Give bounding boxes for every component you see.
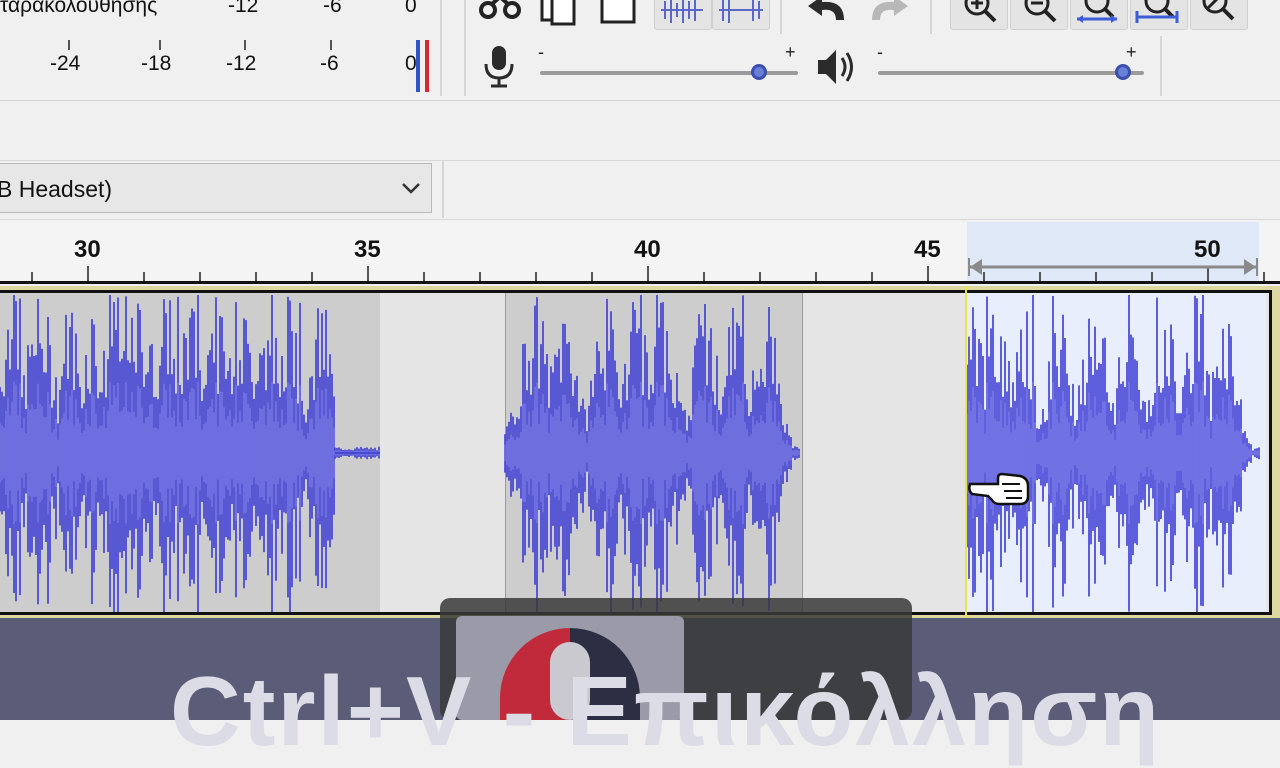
playback-meter[interactable]: -24 -18 -12 -6 0 [0,38,436,94]
zoom-out-icon [1024,0,1057,23]
paste-icon [600,0,636,24]
redo-button[interactable] [862,0,916,28]
silence-icon [719,0,763,23]
toolbar-divider [930,0,932,34]
meter-scale-18: -18 [141,52,172,75]
zoom-in-icon [964,0,997,23]
recording-volume-thumb[interactable] [751,64,768,80]
record-meter-label: ταρακολούθησης [0,0,158,17]
meter-peak-blue [416,40,420,92]
scissors-icon [479,0,521,19]
microphone-icon [482,44,516,90]
toolbar-divider [1160,36,1162,96]
meter-scale-12: -12 [226,52,257,75]
zoom-toggle-button[interactable] [1190,0,1248,30]
fit-project-button[interactable] [1130,0,1188,30]
zoom-toggle-icon [1202,0,1235,21]
ruler-label: 45 [914,236,941,263]
copy-icon [540,0,576,26]
ruler-tick [647,266,649,282]
recording-device-select[interactable]: B Headset) [0,163,432,213]
meter-scale-0: 0 [405,52,417,75]
ruler-baseline [0,281,1280,284]
ruler-label: 30 [74,236,101,263]
playback-volume-slider[interactable] [878,60,1144,84]
undo-button[interactable] [800,0,854,28]
cut-button[interactable] [474,0,526,28]
playback-volume-thumb[interactable] [1114,64,1131,80]
ruler-tick [927,266,929,282]
copy-button[interactable] [534,0,586,28]
ruler-label: 40 [634,236,661,263]
silence-audio-button[interactable] [712,0,770,30]
device-select-value: B Headset) [0,176,113,202]
redo-icon [872,0,908,20]
toolbar-divider [464,0,466,96]
chevron-down-icon [402,183,420,194]
trim-audio-button[interactable] [654,0,712,30]
zoom-selection-icon [1077,0,1117,23]
ruler-label: 35 [354,236,381,263]
toolbar-divider [780,0,782,34]
record-meter-scale-6: -6 [323,0,342,17]
meter-scale-6: -6 [320,52,339,75]
fit-selection-button[interactable] [1070,0,1128,30]
zoom-out-button[interactable] [1010,0,1068,30]
speaker-icon [814,46,858,88]
toolbar-divider [440,0,442,96]
recording-volume-slider[interactable] [540,60,798,84]
paste-button[interactable] [594,0,646,28]
toolbar: ταρακολούθησης -12 -6 0 -24 -18 -12 -6 0 [0,0,1280,101]
zoom-fit-icon [1135,0,1179,23]
selection-range-indicator[interactable] [966,256,1260,278]
trim-icon [661,0,703,23]
waveform [0,295,1260,612]
toolbar-divider [442,160,444,218]
selection-arrows-icon [968,258,1258,276]
undo-icon [808,0,844,20]
ruler-tick [367,266,369,282]
meter-peak-red [425,40,429,92]
record-meter-scale-0: 0 [405,0,417,17]
hand-cursor-icon [968,472,1030,506]
record-meter-scale-12: -12 [228,0,259,17]
shortcut-caption: Ctrl+V - Επικόλληση [170,656,1162,766]
zoom-in-button[interactable] [950,0,1008,30]
ruler-tick [87,266,89,282]
meter-scale-24: -24 [50,52,81,75]
